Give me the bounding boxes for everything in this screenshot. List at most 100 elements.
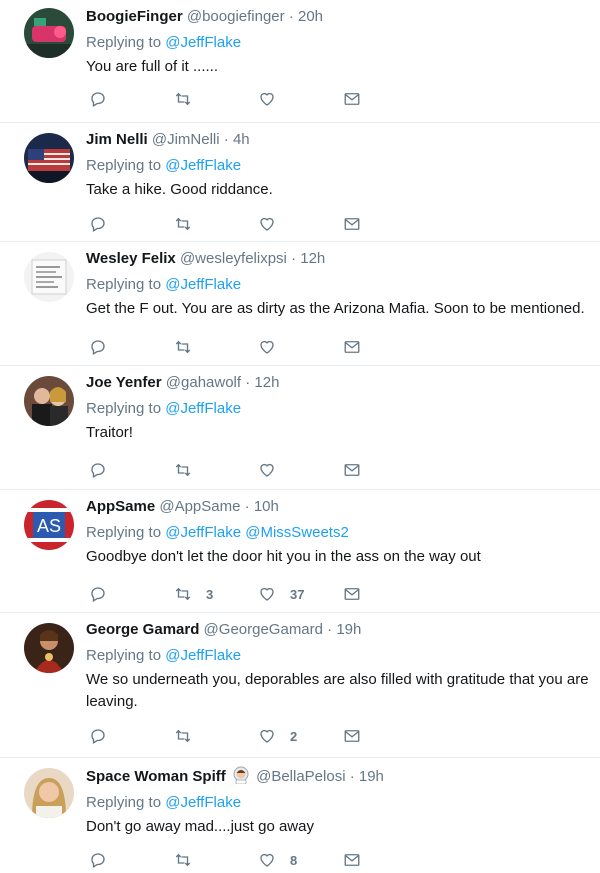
replying-to: Replying to @JeffFlake xyxy=(86,276,590,294)
mention-link[interactable]: @JeffFlake xyxy=(165,524,241,541)
separator-dot: · xyxy=(327,621,333,638)
timestamp[interactable]: 10h xyxy=(254,498,279,515)
mention-link[interactable]: @JeffFlake xyxy=(165,400,241,417)
mention-link[interactable]: @JeffFlake xyxy=(165,157,241,174)
direct-message-button[interactable] xyxy=(343,584,361,604)
reply-button[interactable] xyxy=(89,89,107,109)
direct-message-button[interactable] xyxy=(343,337,361,357)
reply-button[interactable] xyxy=(89,850,107,870)
tweet[interactable]: Jim Nelli @JimNelli · 4h Replying to @Je… xyxy=(0,123,600,242)
like-button[interactable] xyxy=(258,337,290,357)
replying-label: Replying to xyxy=(86,157,162,174)
direct-message-button[interactable] xyxy=(343,726,361,746)
timestamp[interactable]: 19h xyxy=(336,621,361,638)
timestamp[interactable]: 19h xyxy=(359,768,384,785)
display-name[interactable]: Jim Nelli xyxy=(86,131,148,148)
user-handle[interactable]: @JimNelli xyxy=(152,131,220,148)
reply-button[interactable] xyxy=(89,460,107,480)
mention-link[interactable]: @JeffFlake xyxy=(165,647,241,664)
like-button[interactable] xyxy=(258,89,290,109)
like-button[interactable]: 2 xyxy=(258,726,297,746)
like-button[interactable] xyxy=(258,460,290,480)
direct-message-button[interactable] xyxy=(343,89,361,109)
display-name[interactable]: Wesley Felix xyxy=(86,250,176,267)
user-handle[interactable]: @AppSame xyxy=(159,498,240,515)
tweet-text: Take a hike. Good riddance. xyxy=(86,181,273,198)
display-name[interactable]: AppSame xyxy=(86,498,155,515)
retweet-button[interactable] xyxy=(174,850,206,870)
user-handle[interactable]: @gahawolf xyxy=(166,374,241,391)
reply-icon xyxy=(89,727,107,745)
retweet-button[interactable] xyxy=(174,726,206,746)
woman-astronaut-icon xyxy=(232,766,250,785)
reply-button[interactable] xyxy=(89,726,107,746)
retweet-button[interactable] xyxy=(174,89,206,109)
replying-label: Replying to xyxy=(86,647,162,664)
avatar-initials: AS xyxy=(37,516,61,536)
tweet[interactable]: George Gamard @GeorgeGamard · 19h Replyi… xyxy=(0,613,600,758)
display-name[interactable]: BoogieFinger xyxy=(86,8,183,25)
retweet-button[interactable] xyxy=(174,214,206,234)
retweet-icon xyxy=(174,585,192,603)
direct-message-button[interactable] xyxy=(343,850,361,870)
replying-label: Replying to xyxy=(86,276,162,293)
reply-button[interactable] xyxy=(89,214,107,234)
timestamp[interactable]: 4h xyxy=(233,131,250,148)
user-handle[interactable]: @BellaPelosi xyxy=(256,768,345,785)
mention-link[interactable]: @JeffFlake xyxy=(165,276,241,293)
tweet-text: Traitor! xyxy=(86,424,133,441)
tweet[interactable]: Wesley Felix @wesleyfelixpsi · 12h Reply… xyxy=(0,242,600,366)
display-name[interactable]: Joe Yenfer xyxy=(86,374,162,391)
avatar[interactable] xyxy=(24,623,74,673)
replying-to: Replying to @JeffFlake xyxy=(86,647,590,665)
tweet-header: Wesley Felix @wesleyfelixpsi · 12h xyxy=(86,250,590,268)
direct-message-button[interactable] xyxy=(343,460,361,480)
tweet-header: BoogieFinger @boogiefinger · 20h xyxy=(86,8,590,26)
heart-icon xyxy=(258,90,276,108)
user-handle[interactable]: @GeorgeGamard xyxy=(204,621,323,638)
retweet-icon xyxy=(174,727,192,745)
timestamp[interactable]: 20h xyxy=(298,8,323,25)
avatar[interactable] xyxy=(24,8,74,58)
avatar[interactable] xyxy=(24,768,74,818)
like-button[interactable] xyxy=(258,214,290,234)
reply-button[interactable] xyxy=(89,337,107,357)
tweet[interactable]: BoogieFinger @boogiefinger · 20h Replyin… xyxy=(0,0,600,123)
avatar[interactable] xyxy=(24,252,74,302)
timestamp[interactable]: 12h xyxy=(300,250,325,267)
like-count: 8 xyxy=(290,852,298,868)
like-button[interactable]: 8 xyxy=(258,850,297,870)
retweet-button[interactable]: 3 xyxy=(174,584,213,604)
retweet-button[interactable] xyxy=(174,460,206,480)
retweet-button[interactable] xyxy=(174,337,206,357)
tweet[interactable]: Space Woman Spiff @BellaPelosi · 19h Rep… xyxy=(0,758,600,873)
direct-message-button[interactable] xyxy=(343,214,361,234)
avatar[interactable] xyxy=(24,133,74,183)
tweet-text: Goodbye don't let the door hit you in th… xyxy=(86,548,481,565)
replying-to: Replying to @JeffFlake xyxy=(86,34,590,52)
replying-to: Replying to @JeffFlake xyxy=(86,794,590,812)
envelope-icon xyxy=(343,90,361,108)
reply-button[interactable] xyxy=(89,584,107,604)
replying-to: Replying to @JeffFlake xyxy=(86,400,590,418)
timestamp[interactable]: 12h xyxy=(254,374,279,391)
user-handle[interactable]: @boogiefinger xyxy=(187,8,285,25)
tweet[interactable]: Joe Yenfer @gahawolf · 12h Replying to @… xyxy=(0,366,600,490)
tweet-text: You are full of it ...... xyxy=(86,58,219,75)
mention-link[interactable]: @JeffFlake xyxy=(165,794,241,811)
display-name[interactable]: Space Woman Spiff xyxy=(86,768,226,785)
user-handle[interactable]: @wesleyfelixpsi xyxy=(180,250,287,267)
envelope-icon xyxy=(343,338,361,356)
separator-dot: · xyxy=(349,768,355,785)
avatar[interactable]: AS xyxy=(24,500,74,550)
heart-icon xyxy=(258,851,276,869)
like-button[interactable]: 37 xyxy=(258,584,304,604)
display-name[interactable]: George Gamard xyxy=(86,621,199,638)
mention-link[interactable]: @JeffFlake xyxy=(165,34,241,51)
mention-link[interactable]: @MissSweets2 xyxy=(245,524,349,541)
heart-icon xyxy=(258,727,276,745)
tweet-text: Get the F out. You are as dirty as the A… xyxy=(86,300,585,317)
replying-label: Replying to xyxy=(86,34,162,51)
avatar[interactable] xyxy=(24,376,74,426)
tweet[interactable]: AS AppSame @AppSame · 10h Replying to @J… xyxy=(0,490,600,613)
